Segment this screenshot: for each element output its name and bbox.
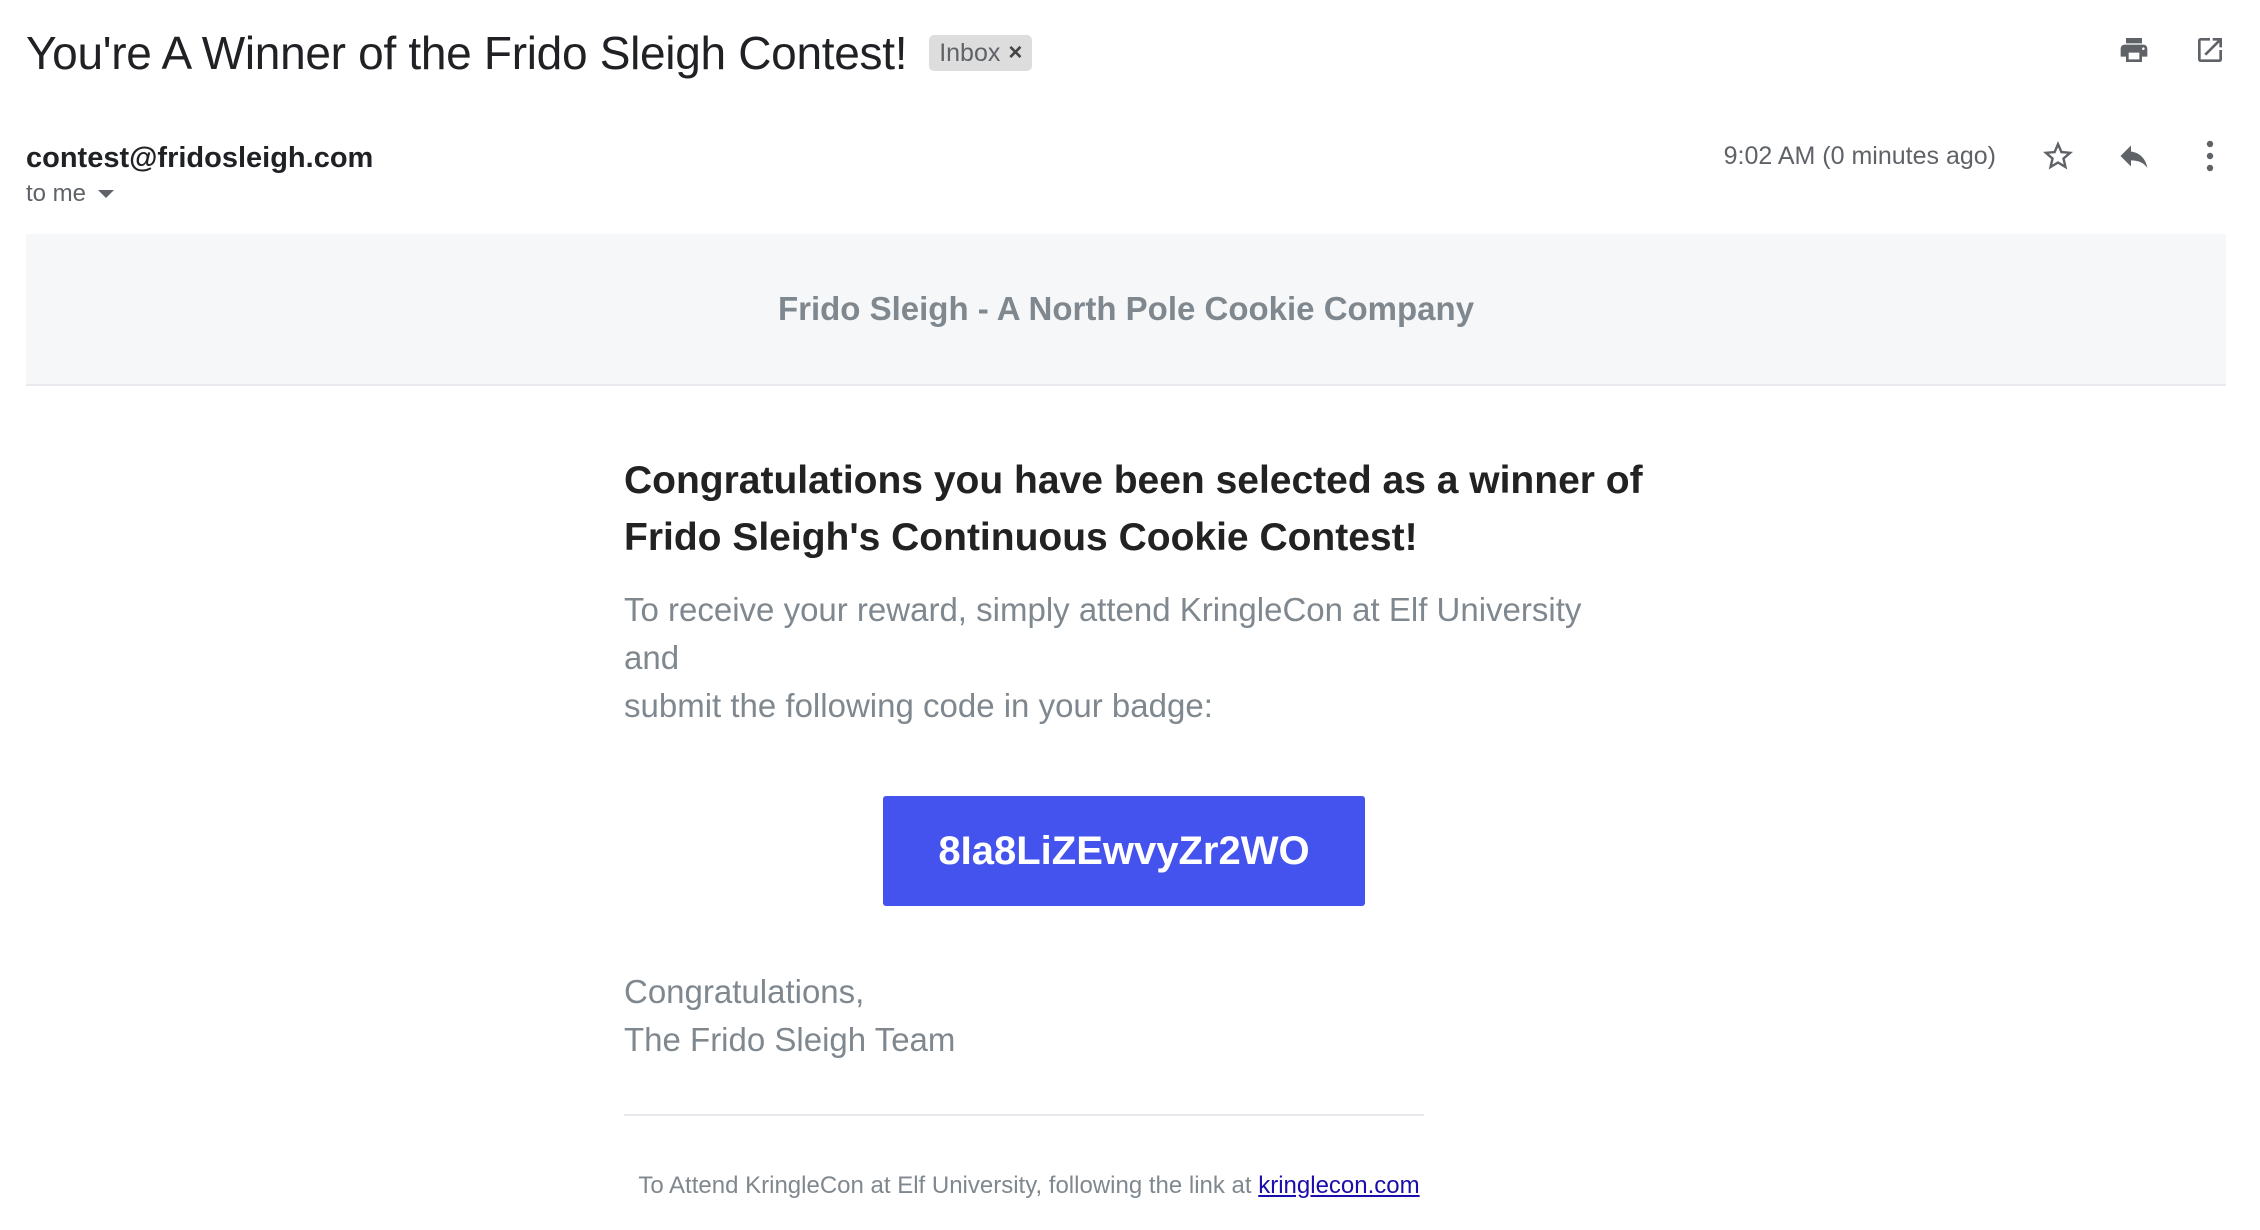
email-subject: You're A Winner of the Frido Sleigh Cont…	[26, 27, 908, 79]
signoff: Congratulations, The Frido Sleigh Team	[624, 968, 1644, 1064]
reward-code-button[interactable]: 8Ia8LiZEwvyZr2WO	[883, 796, 1365, 906]
chevron-down-icon[interactable]	[98, 190, 115, 198]
recipient-line[interactable]: to me	[26, 180, 373, 208]
email-content: Congratulations you have been selected a…	[624, 452, 1644, 1200]
signoff-line-1: Congratulations,	[624, 973, 865, 1010]
headline-line-1: Congratulations you have been selected a…	[624, 459, 1643, 502]
message-meta: 9:02 AM (0 minutes ago)	[1724, 136, 2230, 176]
code-wrap: 8Ia8LiZEwvyZr2WO	[624, 796, 1624, 906]
footer-text: To Attend KringleCon at Elf University, …	[624, 1172, 1434, 1200]
sender-email[interactable]: contest@fridosleigh.com	[26, 140, 373, 176]
intro-paragraph: To receive your reward, simply attend Kr…	[624, 586, 1644, 730]
top-actions	[2114, 30, 2230, 70]
intro-line-1: To receive your reward, simply attend Kr…	[624, 591, 1582, 676]
banner-text: Frido Sleigh - A North Pole Cookie Compa…	[777, 290, 1475, 327]
email-banner: Frido Sleigh - A North Pole Cookie Compa…	[26, 234, 2226, 386]
headline: Congratulations you have been selected a…	[624, 452, 1644, 566]
recipient-text: to me	[26, 180, 87, 207]
more-vert-icon[interactable]	[2190, 136, 2230, 176]
timestamp: 9:02 AM (0 minutes ago)	[1723, 141, 1996, 170]
intro-line-2: submit the following code in your badge:	[624, 687, 1213, 724]
headline-line-2: Frido Sleigh's Continuous Cookie Contest…	[624, 516, 1418, 559]
email-view: You're A Winner of the Frido Sleigh Cont…	[0, 0, 2260, 1230]
remove-label-icon[interactable]: ×	[1008, 39, 1022, 67]
signoff-line-2: The Frido Sleigh Team	[624, 1021, 956, 1058]
label-text: Inbox	[939, 38, 1001, 67]
sender-block: contest@fridosleigh.com to me	[26, 140, 373, 208]
reply-icon[interactable]	[2114, 136, 2154, 176]
print-icon[interactable]	[2114, 30, 2154, 70]
kringlecon-link[interactable]: kringlecon.com	[1258, 1172, 1419, 1199]
subject-row: You're A Winner of the Frido Sleigh Cont…	[26, 22, 1033, 84]
footer-divider	[624, 1114, 1424, 1116]
open-in-new-icon[interactable]	[2190, 30, 2230, 70]
star-icon[interactable]	[2038, 136, 2078, 176]
inbox-label-chip[interactable]: Inbox ×	[929, 35, 1033, 71]
footer-message: To Attend KringleCon at Elf University, …	[638, 1172, 1259, 1199]
